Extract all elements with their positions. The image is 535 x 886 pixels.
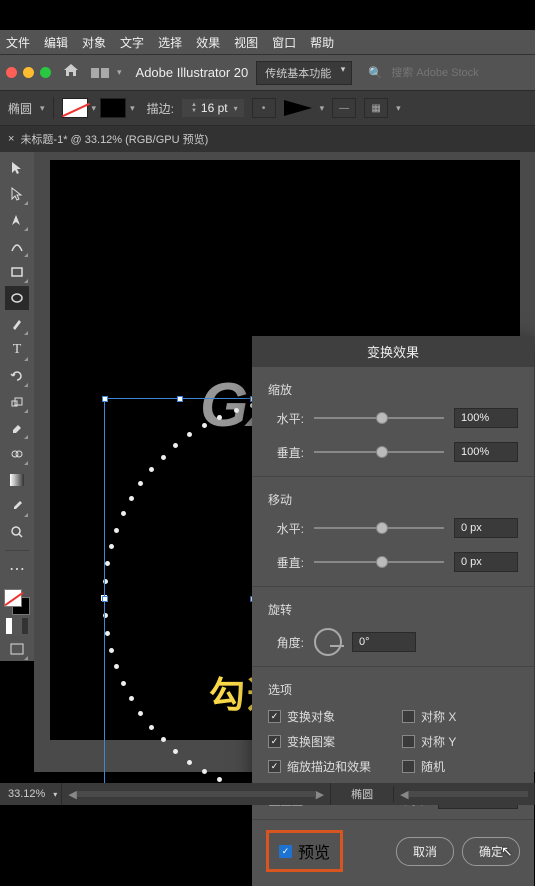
type-tool[interactable]: T [5, 338, 29, 362]
menu-select[interactable]: 选择 [158, 34, 182, 51]
menu-effect[interactable]: 效果 [196, 34, 220, 51]
app-name-label: Adobe Illustrator 20 [136, 65, 249, 80]
toolbox: T ⋯ [0, 152, 34, 661]
selection-bounds [104, 398, 254, 798]
menu-edit[interactable]: 编辑 [44, 34, 68, 51]
document-tabs: × 未标题-1* @ 33.12% (RGB/GPU 预览) [0, 126, 535, 152]
selection-tool[interactable] [5, 156, 29, 180]
scale-h-label: 水平: [268, 410, 304, 427]
preview-checkbox[interactable] [279, 845, 292, 858]
scale-h-input[interactable] [454, 408, 518, 428]
scale-strokes-checkbox[interactable] [268, 760, 281, 773]
rotate-tool[interactable] [5, 364, 29, 388]
align-panel-icon[interactable]: ▦ [364, 98, 388, 118]
navigator-slider[interactable]: ◀▶ [62, 783, 331, 805]
eyedropper-tool[interactable] [5, 494, 29, 518]
angle-dial[interactable] [314, 628, 342, 656]
close-tab-icon[interactable]: × [8, 133, 14, 145]
scale-v-label: 垂直: [268, 444, 304, 461]
maximize-window[interactable] [40, 67, 51, 78]
gradient-tool[interactable] [5, 468, 29, 492]
change-screen-mode[interactable] [5, 637, 29, 661]
cursor-icon: ↖ [501, 843, 513, 860]
stroke-profile-start[interactable]: • [252, 98, 276, 118]
minimize-window[interactable] [23, 67, 34, 78]
menu-window[interactable]: 窗口 [272, 34, 296, 51]
arrange-documents-icon[interactable] [91, 68, 109, 78]
window-controls [6, 67, 51, 78]
move-h-label: 水平: [268, 520, 304, 537]
transform-patterns-checkbox[interactable] [268, 735, 281, 748]
home-icon[interactable] [63, 63, 79, 82]
paintbrush-tool[interactable] [5, 312, 29, 336]
move-h-input[interactable] [454, 518, 518, 538]
status-tool-label: 椭圆 [331, 786, 394, 802]
ellipse-tool[interactable] [5, 286, 29, 310]
menu-bar: 文件 编辑 对象 文字 选择 效果 视图 窗口 帮助 [0, 30, 535, 54]
dialog-title: 变换效果 [252, 336, 534, 367]
stroke-size-field[interactable]: ▲▼ 16 pt ▾ [182, 99, 244, 117]
rotate-section-label: 旋转 [268, 601, 518, 618]
menu-file[interactable]: 文件 [6, 34, 30, 51]
scale-section-label: 缩放 [268, 381, 518, 398]
fill-stroke-swatches[interactable] [4, 589, 30, 615]
move-v-slider[interactable] [314, 561, 444, 563]
menu-type[interactable]: 文字 [120, 34, 144, 51]
preview-label: 预览 [298, 839, 330, 863]
control-bar: 椭圆 ▾ ▾ ▾ 描边: ▲▼ 16 pt ▾ • ▾ — ▦ ▾ [0, 90, 535, 126]
options-section-label: 选项 [268, 681, 518, 698]
brush-definition[interactable]: — [332, 98, 356, 118]
reflect-x-checkbox[interactable] [402, 710, 415, 723]
menu-help[interactable]: 帮助 [310, 34, 334, 51]
status-bar: 33.12% ◀▶ 椭圆 ◀ [0, 783, 535, 805]
preview-highlight: 预览 [266, 830, 343, 872]
angle-label: 角度: [268, 634, 304, 651]
shape-label: 椭圆 [8, 100, 32, 117]
reflect-y-checkbox[interactable] [402, 735, 415, 748]
menu-object[interactable]: 对象 [82, 34, 106, 51]
document-tab[interactable]: 未标题-1* @ 33.12% (RGB/GPU 预览) [20, 131, 208, 147]
workspace-dropdown[interactable]: 传统基本功能 [256, 61, 352, 85]
curvature-tool[interactable] [5, 234, 29, 258]
random-checkbox[interactable] [402, 760, 415, 773]
canvas[interactable]: GXI网 system.com 勾选预览 变换效果 缩放 水平: [34, 152, 535, 772]
close-window[interactable] [6, 67, 17, 78]
stroke-swatch[interactable] [100, 98, 126, 118]
shape-builder-tool[interactable] [5, 442, 29, 466]
search-icon: 🔍 [368, 66, 383, 80]
zoom-dropdown[interactable]: 33.12% [0, 783, 62, 805]
draw-mode[interactable] [5, 617, 29, 635]
move-v-input[interactable] [454, 552, 518, 572]
move-v-label: 垂直: [268, 554, 304, 571]
pen-tool[interactable] [5, 208, 29, 232]
direct-selection-tool[interactable] [5, 182, 29, 206]
navigator-slider-2[interactable]: ◀ [394, 783, 535, 805]
variable-width-profile[interactable] [284, 100, 312, 116]
fill-swatch[interactable] [62, 98, 88, 118]
rectangle-tool[interactable] [5, 260, 29, 284]
scale-v-input[interactable] [454, 442, 518, 462]
cancel-button[interactable]: 取消 [396, 837, 454, 866]
edit-toolbar-icon[interactable]: ⋯ [5, 557, 29, 581]
menu-view[interactable]: 视图 [234, 34, 258, 51]
scale-v-slider[interactable] [314, 451, 444, 453]
angle-input[interactable] [352, 632, 416, 652]
eraser-tool[interactable] [5, 416, 29, 440]
move-section-label: 移动 [268, 491, 518, 508]
transform-objects-checkbox[interactable] [268, 710, 281, 723]
scale-h-slider[interactable] [314, 417, 444, 419]
move-h-slider[interactable] [314, 527, 444, 529]
zoom-tool[interactable] [5, 520, 29, 544]
stroke-label: 描边: [147, 100, 174, 117]
search-input[interactable] [391, 67, 501, 79]
scale-tool[interactable] [5, 390, 29, 414]
app-bar: ▾ Adobe Illustrator 20 传统基本功能 🔍 [0, 54, 535, 90]
